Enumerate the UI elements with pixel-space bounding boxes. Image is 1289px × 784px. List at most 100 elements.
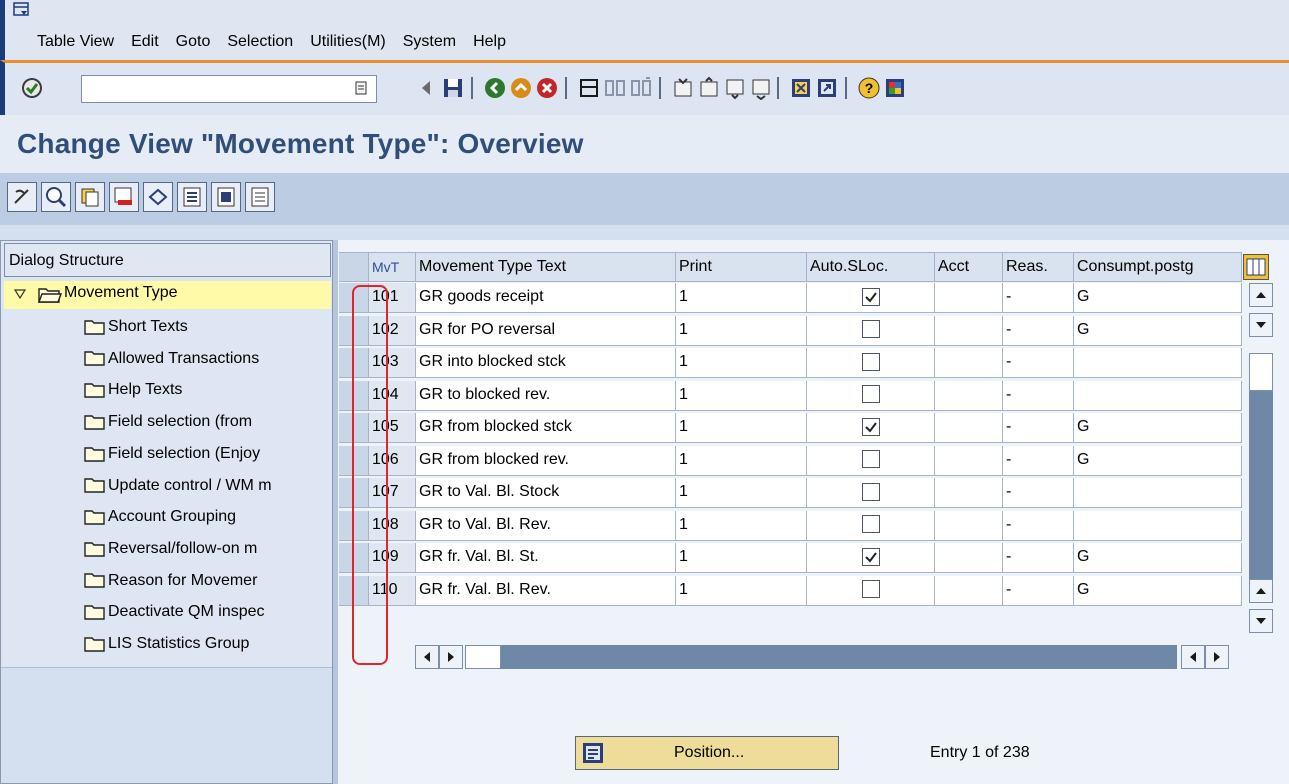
tree-item[interactable]: Short Texts bbox=[84, 316, 331, 340]
menu-item-edit[interactable]: Edit bbox=[131, 33, 159, 51]
column-header[interactable]: Print bbox=[676, 252, 807, 282]
auto-sloc-checkbox[interactable] bbox=[861, 287, 880, 306]
table-cell-text[interactable]: GR into blocked stck bbox=[416, 348, 676, 378]
menu-icon[interactable] bbox=[13, 2, 31, 18]
table-cell-acct[interactable] bbox=[935, 380, 1003, 411]
auto-sloc-checkbox[interactable] bbox=[861, 547, 880, 566]
table-cell-print[interactable]: 1 bbox=[676, 315, 807, 346]
table-cell-print[interactable]: 1 bbox=[676, 380, 807, 411]
auto-sloc-checkbox[interactable] bbox=[861, 352, 880, 371]
table-cell-consumption[interactable]: G bbox=[1074, 543, 1242, 573]
table-cell-text[interactable]: GR from blocked stck bbox=[416, 413, 676, 443]
table-cell-reas[interactable]: - bbox=[1003, 348, 1074, 378]
create-session-icon[interactable] bbox=[789, 76, 813, 100]
deselect-all-icon[interactable] bbox=[245, 182, 275, 212]
layout-icon[interactable] bbox=[883, 76, 907, 100]
table-cell-text[interactable]: GR to Val. Bl. Stock bbox=[416, 478, 676, 508]
vertical-scrollbar[interactable] bbox=[1249, 283, 1273, 643]
prev-page-icon[interactable] bbox=[697, 76, 721, 100]
find-icon[interactable] bbox=[603, 76, 627, 100]
table-cell-text[interactable]: GR to blocked rev. bbox=[416, 380, 676, 411]
scroll-right-end-icon[interactable] bbox=[1205, 645, 1229, 669]
tree-item[interactable]: Account Grouping bbox=[84, 506, 331, 530]
auto-sloc-checkbox[interactable] bbox=[861, 385, 880, 404]
table-settings-icon[interactable] bbox=[1243, 254, 1269, 280]
print-icon[interactable] bbox=[577, 76, 601, 100]
scroll-left-icon[interactable] bbox=[415, 645, 439, 669]
cancel-icon[interactable] bbox=[535, 76, 559, 100]
table-cell-reas[interactable]: - bbox=[1003, 543, 1074, 573]
table-cell-acct[interactable] bbox=[935, 283, 1003, 313]
table-cell-print[interactable]: 1 bbox=[676, 510, 807, 541]
vertical-scroll-thumb[interactable] bbox=[1249, 353, 1273, 391]
help-icon[interactable]: ? bbox=[857, 76, 881, 100]
select-block-icon[interactable] bbox=[211, 182, 241, 212]
scroll-down-icon[interactable] bbox=[1249, 609, 1273, 633]
up-icon[interactable] bbox=[509, 76, 533, 100]
auto-sloc-checkbox[interactable] bbox=[861, 320, 880, 339]
column-header[interactable]: Reas. bbox=[1003, 252, 1074, 282]
table-cell-text[interactable]: GR fr. Val. Bl. Rev. bbox=[416, 575, 676, 606]
table-cell-print[interactable]: 1 bbox=[676, 478, 807, 508]
first-page-icon[interactable] bbox=[671, 76, 695, 100]
auto-sloc-checkbox[interactable] bbox=[861, 580, 880, 599]
menu-item-table-view[interactable]: Table View bbox=[37, 33, 114, 51]
scroll-right-icon[interactable] bbox=[439, 645, 463, 669]
table-cell-acct[interactable] bbox=[935, 445, 1003, 476]
table-cell-print[interactable]: 1 bbox=[676, 413, 807, 443]
table-cell-text[interactable]: GR fr. Val. Bl. St. bbox=[416, 543, 676, 573]
tree-item[interactable]: Update control / WM m bbox=[84, 475, 331, 499]
auto-sloc-checkbox[interactable] bbox=[861, 515, 880, 534]
table-cell-print[interactable]: 1 bbox=[676, 283, 807, 313]
table-cell-consumption[interactable] bbox=[1074, 510, 1242, 541]
column-header[interactable]: Consumpt.postg bbox=[1074, 252, 1242, 282]
table-cell-acct[interactable] bbox=[935, 510, 1003, 541]
copy-as-icon[interactable] bbox=[75, 182, 105, 212]
column-header[interactable]: Movement Type Text bbox=[416, 252, 676, 282]
select-all-cell[interactable] bbox=[339, 252, 369, 282]
table-cell-print[interactable]: 1 bbox=[676, 445, 807, 476]
command-history-icon[interactable] bbox=[355, 81, 367, 95]
horizontal-scroll-track[interactable] bbox=[501, 645, 1177, 669]
scroll-page-up-icon[interactable] bbox=[1249, 579, 1273, 603]
auto-sloc-checkbox[interactable] bbox=[861, 450, 880, 469]
table-cell-consumption[interactable] bbox=[1074, 478, 1242, 508]
table-cell-consumption[interactable]: G bbox=[1074, 315, 1242, 346]
table-cell-reas[interactable]: - bbox=[1003, 413, 1074, 443]
table-cell-reas[interactable]: - bbox=[1003, 315, 1074, 346]
tree-item[interactable]: Reason for Movemer bbox=[84, 570, 331, 594]
tree-item[interactable]: Field selection (Enjoy bbox=[84, 443, 331, 467]
column-header[interactable]: Auto.SLoc. bbox=[807, 252, 935, 282]
tree-item[interactable]: Help Texts bbox=[84, 379, 331, 403]
table-cell-consumption[interactable]: G bbox=[1074, 413, 1242, 443]
table-cell-consumption[interactable]: G bbox=[1074, 575, 1242, 606]
scroll-up-icon[interactable] bbox=[1249, 283, 1273, 307]
menu-item-goto[interactable]: Goto bbox=[176, 33, 211, 51]
menu-item-help[interactable]: Help bbox=[473, 33, 506, 51]
command-field[interactable] bbox=[81, 75, 377, 103]
tree-item[interactable]: Field selection (from bbox=[84, 411, 331, 435]
table-cell-acct[interactable] bbox=[935, 348, 1003, 378]
table-cell-reas[interactable]: - bbox=[1003, 283, 1074, 313]
menu-item-selection[interactable]: Selection bbox=[227, 33, 293, 51]
enter-icon[interactable] bbox=[21, 77, 43, 99]
next-page-icon[interactable] bbox=[723, 76, 747, 100]
table-cell-consumption[interactable]: G bbox=[1074, 283, 1242, 313]
tree-item-movement-type[interactable]: Movement Type bbox=[4, 281, 331, 309]
display-change-icon[interactable] bbox=[7, 182, 37, 212]
table-cell-reas[interactable]: - bbox=[1003, 575, 1074, 606]
column-header[interactable]: MvT bbox=[369, 252, 416, 282]
table-cell-acct[interactable] bbox=[935, 575, 1003, 606]
table-cell-print[interactable]: 1 bbox=[676, 348, 807, 378]
back-icon[interactable] bbox=[415, 76, 439, 100]
save-icon[interactable] bbox=[441, 76, 465, 100]
tree-item[interactable]: Deactivate QM inspec bbox=[84, 601, 331, 625]
column-header[interactable]: Acct bbox=[935, 252, 1003, 282]
tree-item[interactable]: Reversal/follow-on m bbox=[84, 538, 331, 562]
tree-item[interactable]: LIS Statistics Group bbox=[84, 633, 331, 657]
table-cell-reas[interactable]: - bbox=[1003, 510, 1074, 541]
table-cell-print[interactable]: 1 bbox=[676, 575, 807, 606]
table-cell-reas[interactable]: - bbox=[1003, 380, 1074, 411]
table-cell-text[interactable]: GR from blocked rev. bbox=[416, 445, 676, 476]
table-cell-consumption[interactable] bbox=[1074, 380, 1242, 411]
